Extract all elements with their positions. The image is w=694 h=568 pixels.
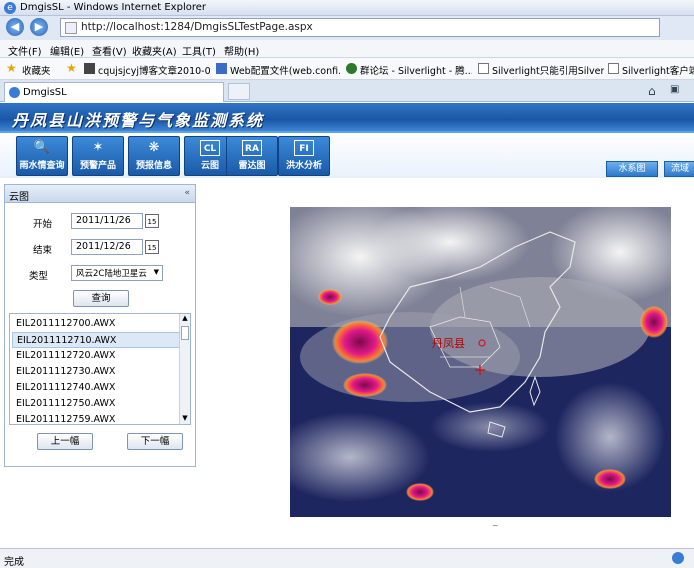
page-icon	[478, 63, 489, 74]
type-select[interactable]: 风云2C陆地卫星云 ▼	[71, 265, 163, 281]
internet-zone-icon	[672, 552, 684, 564]
nav-radar-button[interactable]: RA 雷达图	[226, 136, 278, 176]
new-tab-button[interactable]	[228, 83, 250, 100]
address-bar: ◀ ▶ http://localhost:1284/DmgisSLTestPag…	[0, 16, 694, 40]
cloud-map-panel: 云图 « 开始 2011/11/26 15 结束 2011/12/26 15 类…	[4, 184, 196, 467]
scroll-up-icon[interactable]: ▲	[180, 314, 190, 324]
cursor-mark: ~	[492, 521, 499, 530]
app-banner: 丹凤县山洪预警与气象监测系统	[0, 103, 694, 133]
menu-bar: 文件(F) 编辑(E) 查看(V) 收藏夹(A) 工具(T) 帮助(H)	[0, 40, 694, 58]
favorite-link-2[interactable]: Web配置文件(web.confi...	[230, 63, 340, 77]
ie-logo-icon: e	[4, 2, 16, 14]
favorite-link-5[interactable]: Silverlight客户端调	[622, 63, 694, 77]
tab-water-system-map[interactable]: 水系图	[606, 161, 658, 177]
start-label: 开始	[33, 219, 53, 230]
status-bar: 完成	[0, 548, 694, 568]
tab-basin[interactable]: 流域	[664, 161, 694, 177]
weather-icon: ❋	[148, 140, 160, 155]
calendar-icon[interactable]: 15	[145, 214, 159, 228]
favorites-button[interactable]: 收藏夹	[22, 63, 51, 77]
nav-toolbar: 🔍 雨水情查询 ✶ 预警产品 ❋ 预报信息 CL 云图 RA 雷达图 FI 洪水…	[0, 133, 694, 178]
list-item[interactable]: EIL2011112750.AWX	[12, 396, 180, 412]
status-text: 完成	[4, 557, 24, 568]
next-image-button[interactable]: 下一幅	[127, 433, 183, 450]
page-icon	[65, 22, 77, 34]
feeds-icon[interactable]: ▣	[670, 84, 679, 95]
list-scrollbar[interactable]: ▲ ▼	[179, 314, 190, 424]
nav-warning-products-button[interactable]: ✶ 预警产品	[72, 136, 124, 176]
back-button[interactable]: ◀	[6, 18, 24, 36]
menu-help[interactable]: 帮助(H)	[224, 43, 259, 58]
menu-edit[interactable]: 编辑(E)	[50, 43, 84, 58]
site-icon	[346, 63, 357, 74]
type-select-value: 风云2C陆地卫星云	[76, 269, 147, 279]
satellite-cloud-image[interactable]: 丹凤县	[290, 207, 671, 517]
nav-label: 预警产品	[79, 161, 116, 171]
list-item[interactable]: EIL2011112730.AWX	[12, 364, 180, 380]
nav-forecast-button[interactable]: ❋ 预报信息	[128, 136, 180, 176]
forward-button[interactable]: ▶	[30, 18, 48, 36]
window-title: DmgisSL - Windows Internet Explorer	[20, 2, 207, 13]
flood-icon: FI	[294, 140, 314, 156]
cloud-image-svg: 丹凤县	[290, 207, 671, 517]
menu-file[interactable]: 文件(F)	[8, 43, 42, 58]
file-list[interactable]: EIL2011112700.AWX EIL2011112710.AWX EIL2…	[9, 313, 191, 425]
map-place-label: 丹凤县	[432, 337, 465, 350]
star-icon: ✶	[92, 140, 104, 155]
window-title-bar: e DmgisSL - Windows Internet Explorer	[0, 0, 694, 16]
scroll-thumb[interactable]	[181, 326, 189, 340]
tab-label: DmgisSL	[23, 87, 67, 98]
scroll-down-icon[interactable]: ▼	[180, 414, 190, 424]
favorites-bar: ★ 收藏夹 ★ cqujsjcyj博客文章2010-0... Web配置文件(w…	[0, 58, 694, 80]
site-icon	[216, 63, 227, 74]
end-label: 结束	[33, 245, 53, 256]
menu-view[interactable]: 查看(V)	[92, 43, 127, 58]
nav-label: 预报信息	[135, 161, 172, 171]
menu-tools[interactable]: 工具(T)	[182, 43, 216, 58]
cloud-map-icon: CL	[200, 140, 220, 156]
list-item[interactable]: EIL2011112759.AWX	[12, 412, 180, 424]
favorite-link-3[interactable]: 群论坛 - Silverlight - 腾...	[360, 63, 472, 77]
ie-page-icon	[9, 87, 20, 98]
panel-header: 云图 «	[5, 185, 195, 203]
url-field[interactable]: http://localhost:1284/DmgisSLTestPage.as…	[60, 18, 660, 37]
site-icon	[84, 63, 95, 74]
type-label: 类型	[29, 271, 49, 282]
list-item[interactable]: EIL2011112740.AWX	[12, 380, 180, 396]
radar-icon: RA	[242, 140, 262, 156]
nav-flood-analysis-button[interactable]: FI 洪水分析	[278, 136, 330, 176]
page-icon	[608, 63, 619, 74]
tab-dmgissl[interactable]: DmgisSL	[4, 82, 224, 102]
calendar-icon[interactable]: 15	[145, 240, 159, 254]
favorites-star-icon: ★	[6, 61, 17, 75]
favorite-link-4[interactable]: Silverlight只能引用Silverl...	[492, 63, 604, 77]
search-icon: 🔍	[33, 140, 51, 155]
nav-label: 雨水情查询	[19, 161, 65, 171]
tab-bar: DmgisSL ⌂ ▣	[0, 80, 694, 102]
add-favorite-icon[interactable]: ★	[66, 61, 77, 75]
home-icon[interactable]: ⌂	[648, 84, 656, 98]
favorite-link-1[interactable]: cqujsjcyj博客文章2010-0...	[98, 63, 210, 77]
list-item[interactable]: EIL2011112700.AWX	[12, 316, 180, 332]
list-item[interactable]: EIL2011112720.AWX	[12, 348, 180, 364]
start-date-field[interactable]: 2011/11/26	[71, 213, 143, 229]
list-item-selected[interactable]: EIL2011112710.AWX	[12, 332, 180, 348]
nav-label: 雷达图	[238, 161, 266, 171]
query-button[interactable]: 查询	[73, 290, 129, 307]
previous-image-button[interactable]: 上一幅	[37, 433, 93, 450]
nav-label: 洪水分析	[285, 161, 322, 171]
collapse-icon[interactable]: «	[184, 188, 190, 198]
nav-rain-query-button[interactable]: 🔍 雨水情查询	[16, 136, 68, 176]
app-title: 丹凤县山洪预警与气象监测系统	[12, 111, 265, 130]
end-date-field[interactable]: 2011/12/26	[71, 239, 143, 255]
menu-favorites[interactable]: 收藏夹(A)	[132, 43, 177, 58]
page-content: 丹凤县山洪预警与气象监测系统 🔍 雨水情查询 ✶ 预警产品 ❋ 预报信息 CL …	[0, 103, 694, 548]
url-text: http://localhost:1284/DmgisSLTestPage.as…	[81, 21, 313, 33]
panel-title: 云图	[9, 192, 29, 203]
chevron-down-icon: ▼	[153, 268, 159, 276]
